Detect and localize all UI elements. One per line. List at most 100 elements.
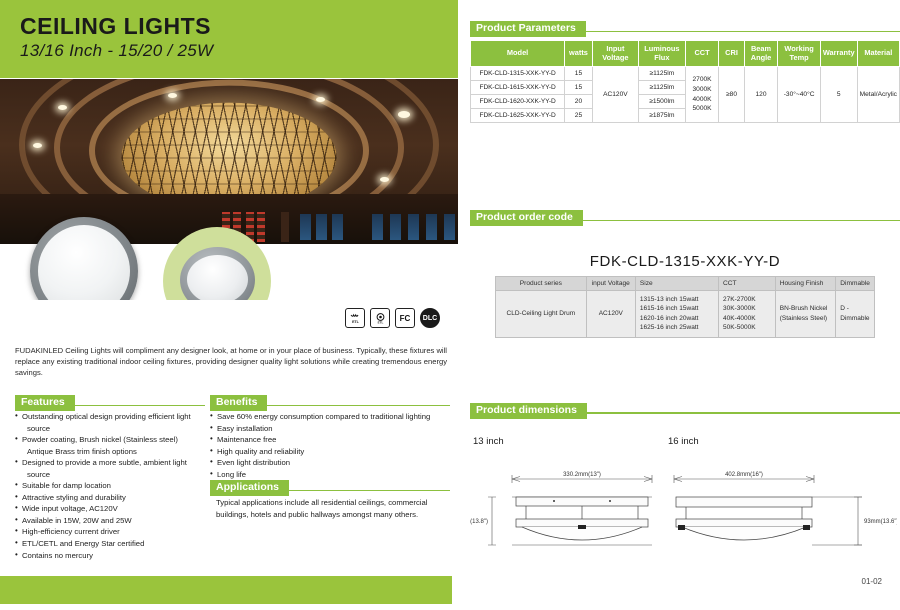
list-item: Available in 15W, 20W and 25W	[15, 514, 205, 527]
dimensions-heading-label: Product dimensions	[470, 402, 587, 419]
col-working-temp: Working Temp	[777, 39, 821, 68]
col-dimmable: Dimmable	[835, 276, 875, 292]
applications-heading-label: Applications	[210, 480, 290, 496]
table-header-row: Product series input Voltage Size CCT Ho…	[495, 276, 875, 292]
cell-model: FDK-CLD-1615-XXK-YY-D	[469, 80, 566, 96]
left-column: CEILING LIGHTS 13/16 Inch - 15/20 / 25W …	[0, 0, 458, 610]
svg-text:ETL: ETL	[352, 320, 360, 324]
cell-warranty: 5	[819, 66, 858, 124]
dimension-drawing-16inch: 402.8mm(16") 93mm(13.6")	[673, 472, 897, 546]
list-item: source	[27, 469, 51, 479]
order-code-value: FDK-CLD-1315-XXK-YY-D	[589, 253, 781, 271]
order-code-table: Product series input Voltage Size CCT Ho…	[495, 276, 875, 338]
cell-cct: 2700K 3000K 4000K 5000K	[684, 66, 720, 124]
applications-text: Typical applications include all residen…	[216, 498, 428, 519]
col-product-series: Product series	[495, 276, 587, 292]
list-item: source	[27, 423, 51, 433]
benefits-heading: Benefits	[210, 392, 450, 411]
col-size: Size	[634, 276, 720, 292]
table-row: CLD-Ceiling Light Drum AC120V 1315-13 in…	[495, 290, 875, 338]
col-cri: CRI	[718, 39, 745, 68]
list-item: Maintenance free	[210, 433, 450, 446]
fcc-badge-icon: FC	[395, 308, 415, 328]
certification-badges: ETL ETL FC DLC	[345, 308, 440, 328]
cell-model: FDK-CLD-1620-XXK-YY-D	[469, 94, 566, 110]
cell-watts: 25	[564, 108, 593, 124]
cell-flux: ≥1125lm	[637, 80, 686, 96]
cell-working-temp: -30°~40°C	[777, 66, 821, 124]
cell-beam-angle: 120	[743, 66, 779, 124]
list-item: Attractive styling and durability	[15, 491, 205, 504]
cell-dimmable: D - Dimmable	[835, 290, 875, 338]
cell-flux: ≥1500lm	[637, 94, 686, 110]
col-cct: CCT	[684, 39, 720, 68]
product-description: FUDAKINLED Ceiling Lights will complimen…	[15, 346, 447, 377]
cell-material: Metal/Acrylic	[856, 66, 900, 124]
dim-height-16: 93mm(13.6")	[864, 519, 897, 525]
product-parameters-heading-label: Product Parameters	[470, 21, 586, 37]
dimension-label-13inch: 13 inch	[473, 435, 504, 447]
list-item: Outstanding optical design providing eff…	[15, 410, 205, 423]
list-item: Wide input voltage, AC120V	[15, 502, 205, 515]
product-parameters-table: Model watts Input Voltage Luminous Flux …	[469, 39, 900, 124]
list-item: Even light distribution	[210, 456, 450, 469]
table-header-row: Model watts Input Voltage Luminous Flux …	[469, 39, 900, 68]
list-item: High quality and reliability	[210, 445, 450, 458]
list-item: Suitable for damp location	[15, 479, 205, 492]
order-code-heading-label: Product order code	[470, 210, 583, 227]
col-input-voltage: input Voltage	[585, 276, 636, 292]
col-housing-finish: Housing Finish	[774, 276, 837, 292]
dimensions-heading: Product dimensions	[470, 400, 900, 419]
page-number: 01-02	[861, 577, 882, 586]
col-input-voltage: Input Voltage	[591, 39, 639, 68]
cell-cri: ≥80	[718, 66, 745, 124]
table-row: FDK-CLD-1315-XXK-YY-D 15 AC120V ≥1125lm …	[469, 66, 900, 124]
cell-product-series: CLD-Ceiling Light Drum	[495, 290, 587, 338]
list-item: Contains no mercury	[15, 549, 205, 562]
cell-housing-finish: BN-Brush Nickel (Stainless Steel)	[774, 290, 837, 338]
order-code-heading: Product order code	[470, 207, 900, 227]
right-column: Product Parameters Model watts Input Vol…	[469, 0, 900, 610]
cell-model: FDK-CLD-1625-XXK-YY-D	[469, 108, 566, 124]
etl-intertek-badge-icon: ETL	[370, 308, 390, 328]
dimension-drawing-13inch: 330.2mm(13") 97mm(13.8")	[470, 472, 653, 546]
dimension-label-16inch: 16 inch	[668, 435, 699, 447]
cell-cct: 27K-2700K 30K-3000K 40K-4000K 50K-5000K	[718, 290, 776, 338]
list-item: Antique Brass trim finish options	[27, 446, 137, 456]
list-item: Save 60% energy consumption compared to …	[210, 410, 450, 423]
benefits-list: Save 60% energy consumption compared to …	[210, 410, 450, 480]
benefits-panel: Benefits Save 60% energy consumption com…	[210, 392, 450, 480]
product-parameters-heading: Product Parameters	[470, 18, 900, 37]
cell-input-voltage: AC120V	[591, 66, 639, 124]
features-heading: Features	[15, 392, 205, 411]
dlc-badge-icon: DLC	[420, 308, 440, 328]
svg-text:ETL: ETL	[377, 320, 383, 324]
cell-input-voltage: AC120V	[585, 290, 636, 338]
dim-width-16: 402.8mm(16")	[725, 472, 763, 478]
page-subtitle: 13/16 Inch - 15/20 / 25W	[20, 41, 214, 60]
benefits-heading-label: Benefits	[210, 395, 268, 411]
col-warranty: Warranty	[819, 39, 858, 68]
page-title: CEILING LIGHTS	[20, 13, 211, 39]
dim-height-13: 97mm(13.8")	[470, 519, 488, 525]
applications-panel: Applications Typical applications includ…	[210, 477, 450, 520]
cell-watts: 15	[564, 66, 593, 82]
features-list: Outstanding optical design providing eff…	[15, 410, 205, 562]
cell-flux: ≥1125lm	[637, 66, 686, 82]
cell-model: FDK-CLD-1315-XXK-YY-D	[469, 66, 566, 82]
footer-green-bar	[0, 576, 452, 604]
applications-heading: Applications	[210, 477, 450, 496]
col-cct: CCT	[718, 276, 776, 292]
col-luminous-flux: Luminous Flux	[637, 39, 686, 68]
features-panel: Features Outstanding optical design prov…	[15, 392, 205, 561]
col-beam-angle: Beam Angle	[743, 39, 779, 68]
features-heading-label: Features	[15, 395, 75, 411]
col-material: Material	[856, 39, 900, 68]
list-item: Powder coating, Brush nickel (Stainless …	[15, 433, 205, 446]
col-watts: watts	[564, 39, 593, 68]
cell-watts: 20	[564, 94, 593, 110]
list-item: Easy installation	[210, 422, 450, 435]
cell-size: 1315-13 inch 15watt 1615-16 inch 15watt …	[634, 290, 720, 338]
list-item: High-efficiency current driver	[15, 526, 205, 538]
col-model: Model	[469, 39, 566, 68]
